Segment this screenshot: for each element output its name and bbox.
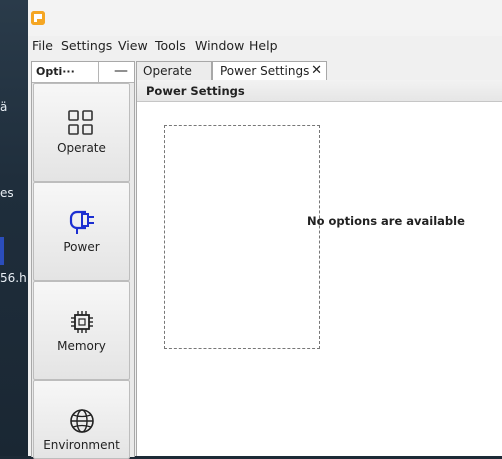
chip-icon [71, 311, 93, 333]
desktop-file-icon [0, 237, 4, 265]
panel-title: Power Settings [146, 84, 245, 98]
power-plug-icon [69, 210, 94, 234]
menu-file[interactable]: File [32, 38, 53, 53]
menu-settings[interactable]: Settings [61, 38, 112, 53]
app-logo-icon [31, 11, 45, 25]
menu-bar: File Settings View Tools Window Help [28, 36, 502, 56]
option-power-button[interactable]: Power [33, 182, 130, 281]
option-memory-label: Memory [57, 339, 106, 353]
editor-tabs: Operate Power Settings ✕ [136, 61, 502, 81]
tab-operate[interactable]: Operate [136, 61, 212, 81]
option-environment-button[interactable]: Environment [33, 380, 130, 459]
desktop-text-fragment: es [0, 186, 14, 200]
options-panel-title: Opti··· [36, 65, 75, 78]
globe-icon [70, 409, 94, 433]
option-operate-label: Operate [57, 141, 106, 155]
menu-tools[interactable]: Tools [155, 38, 186, 53]
menu-help[interactable]: Help [249, 38, 278, 53]
panel-header: Power Settings [137, 80, 502, 102]
title-bar[interactable] [28, 0, 502, 36]
tab-power-settings[interactable]: Power Settings ✕ [212, 61, 327, 81]
option-power-label: Power [63, 240, 100, 254]
options-panel-title-tab[interactable]: Opti··· [32, 62, 99, 82]
desktop-text-fragment: ä [0, 100, 8, 114]
tab-operate-label: Operate [143, 64, 192, 78]
menu-view[interactable]: View [118, 38, 148, 53]
close-tab-icon[interactable]: ✕ [311, 62, 322, 80]
empty-placeholder-frame [164, 125, 320, 349]
option-operate-button[interactable]: Operate [33, 83, 130, 182]
empty-state-message: No options are available [307, 214, 465, 228]
tab-power-settings-label: Power Settings [220, 64, 310, 78]
menu-window[interactable]: Window [195, 38, 244, 53]
option-memory-button[interactable]: Memory [33, 281, 130, 380]
options-panel: Opti··· — Operate Power Memory Environme… [31, 61, 135, 459]
minimize-panel-button[interactable]: — [111, 64, 131, 80]
power-settings-panel: Power Settings No options are available [136, 80, 502, 456]
desktop-background [0, 0, 28, 456]
option-environment-label: Environment [43, 438, 120, 452]
grid-icon [68, 110, 93, 135]
app-window: File Settings View Tools Window Help Opt… [28, 0, 502, 459]
desktop-file-label: 56.h [0, 271, 27, 285]
options-panel-header: Opti··· — [32, 62, 134, 83]
